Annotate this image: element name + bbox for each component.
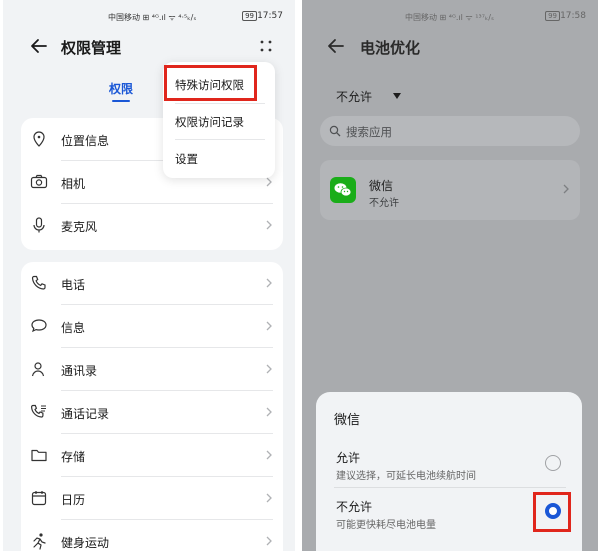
app-status: 不允许 [369, 198, 399, 209]
chevron-right-icon [265, 536, 273, 546]
divider [334, 487, 566, 488]
chevron-right-icon [265, 407, 273, 417]
call-log-icon [30, 403, 48, 421]
app-bar: 权限管理 [3, 36, 295, 60]
chevron-right-icon [265, 364, 273, 374]
more-options-icon[interactable] [259, 39, 273, 53]
highlight-box [533, 492, 571, 532]
status-bar: 中国移动 ⊞ ⁴ᴳ.ıl ᯤ ¹³⁷ₖ/ₛ 99 17:58 [302, 0, 598, 30]
message-icon [30, 317, 48, 335]
divider [175, 103, 265, 104]
page-title: 权限管理 [61, 39, 122, 57]
permission-label: 位置信息 [61, 134, 110, 148]
chevron-right-icon [562, 184, 570, 194]
permission-row-messages[interactable]: 信息 [21, 305, 283, 348]
search-placeholder: 搜索应用 [346, 125, 392, 139]
app-list-item-wechat[interactable]: 微信 不允许 [320, 160, 580, 220]
permission-label: 日历 [61, 493, 86, 507]
chevron-right-icon [265, 220, 273, 230]
sheet-title: 微信 [334, 413, 361, 428]
menu-item-access-records[interactable]: 权限访问记录 [175, 114, 244, 130]
permission-row-contacts[interactable]: 通讯录 [21, 348, 283, 391]
permission-label: 信息 [61, 321, 86, 335]
permission-label: 存储 [61, 450, 86, 464]
status-carrier: 中国移动 ⊞ ⁴ᴳ.ıl ᯤ ⁴·⁵ₖ/ₛ [108, 13, 197, 22]
battery-indicator: 99 [242, 11, 257, 21]
permission-row-microphone[interactable]: 麦克风 [21, 204, 283, 247]
folder-icon [30, 446, 48, 464]
permission-label: 通话记录 [61, 407, 110, 421]
app-bar: 电池优化 [302, 36, 598, 60]
option-allow-title[interactable]: 允许 [336, 449, 360, 466]
option-deny-desc: 可能更快耗尽电池电量 [336, 520, 436, 531]
chevron-right-icon [265, 278, 273, 288]
permission-row-call-log[interactable]: 通话记录 [21, 391, 283, 434]
status-time: 17:57 [257, 11, 283, 21]
page-title: 电池优化 [360, 39, 421, 57]
location-icon [30, 130, 48, 148]
calendar-icon [30, 489, 48, 507]
permission-label: 通讯录 [61, 364, 98, 378]
dropdown-arrow-icon[interactable] [393, 93, 401, 99]
permission-label: 麦克风 [61, 220, 98, 234]
status-time: 17:58 [560, 11, 586, 21]
permission-manager-screen: 中国移动 ⊞ ⁴ᴳ.ıl ᯤ ⁴·⁵ₖ/ₛ 99 17:57 权限管理 权限 位… [3, 0, 295, 551]
wechat-icon [330, 177, 356, 203]
chevron-right-icon [265, 321, 273, 331]
permission-label: 相机 [61, 177, 86, 191]
permission-row-phone[interactable]: 电话 [21, 262, 283, 305]
tab-permissions[interactable]: 权限 [109, 80, 133, 97]
option-allow-desc: 建议选择，可延长电池续航时间 [336, 471, 476, 482]
divider [175, 139, 265, 140]
permission-group-secondary: 电话 信息 通讯录 通话记录 存储 日历 健身运动 [21, 262, 283, 551]
search-input[interactable]: 搜索应用 [320, 116, 580, 146]
phone-icon [30, 274, 48, 292]
battery-indicator: 99 [545, 11, 560, 21]
tab-indicator [112, 100, 130, 102]
chevron-right-icon [265, 450, 273, 460]
permission-label: 健身运动 [61, 536, 110, 550]
permission-row-calendar[interactable]: 日历 [21, 477, 283, 520]
radio-allow[interactable] [545, 455, 561, 471]
app-name: 微信 [369, 179, 394, 193]
chevron-right-icon [265, 493, 273, 503]
search-icon [329, 125, 341, 137]
chevron-right-icon [265, 177, 273, 187]
permission-row-storage[interactable]: 存储 [21, 434, 283, 477]
contacts-icon [30, 360, 48, 378]
status-carrier: 中国移动 ⊞ ⁴ᴳ.ıl ᯤ ¹³⁷ₖ/ₛ [405, 13, 494, 22]
highlight-box [164, 65, 257, 101]
option-deny-title[interactable]: 不允许 [336, 498, 372, 515]
menu-item-settings[interactable]: 设置 [175, 151, 198, 167]
back-arrow-icon[interactable] [326, 36, 346, 56]
filter-dropdown[interactable]: 不允许 [336, 88, 372, 105]
fitness-icon [30, 532, 48, 550]
back-arrow-icon[interactable] [29, 36, 49, 56]
permission-row-fitness[interactable]: 健身运动 [21, 520, 283, 551]
battery-optimization-screen: 中国移动 ⊞ ⁴ᴳ.ıl ᯤ ¹³⁷ₖ/ₛ 99 17:58 电池优化 不允许 … [302, 0, 598, 551]
status-bar: 中国移动 ⊞ ⁴ᴳ.ıl ᯤ ⁴·⁵ₖ/ₛ 99 17:57 [3, 0, 295, 30]
microphone-icon [30, 216, 48, 234]
camera-icon [30, 173, 48, 191]
permission-label: 电话 [61, 278, 86, 292]
